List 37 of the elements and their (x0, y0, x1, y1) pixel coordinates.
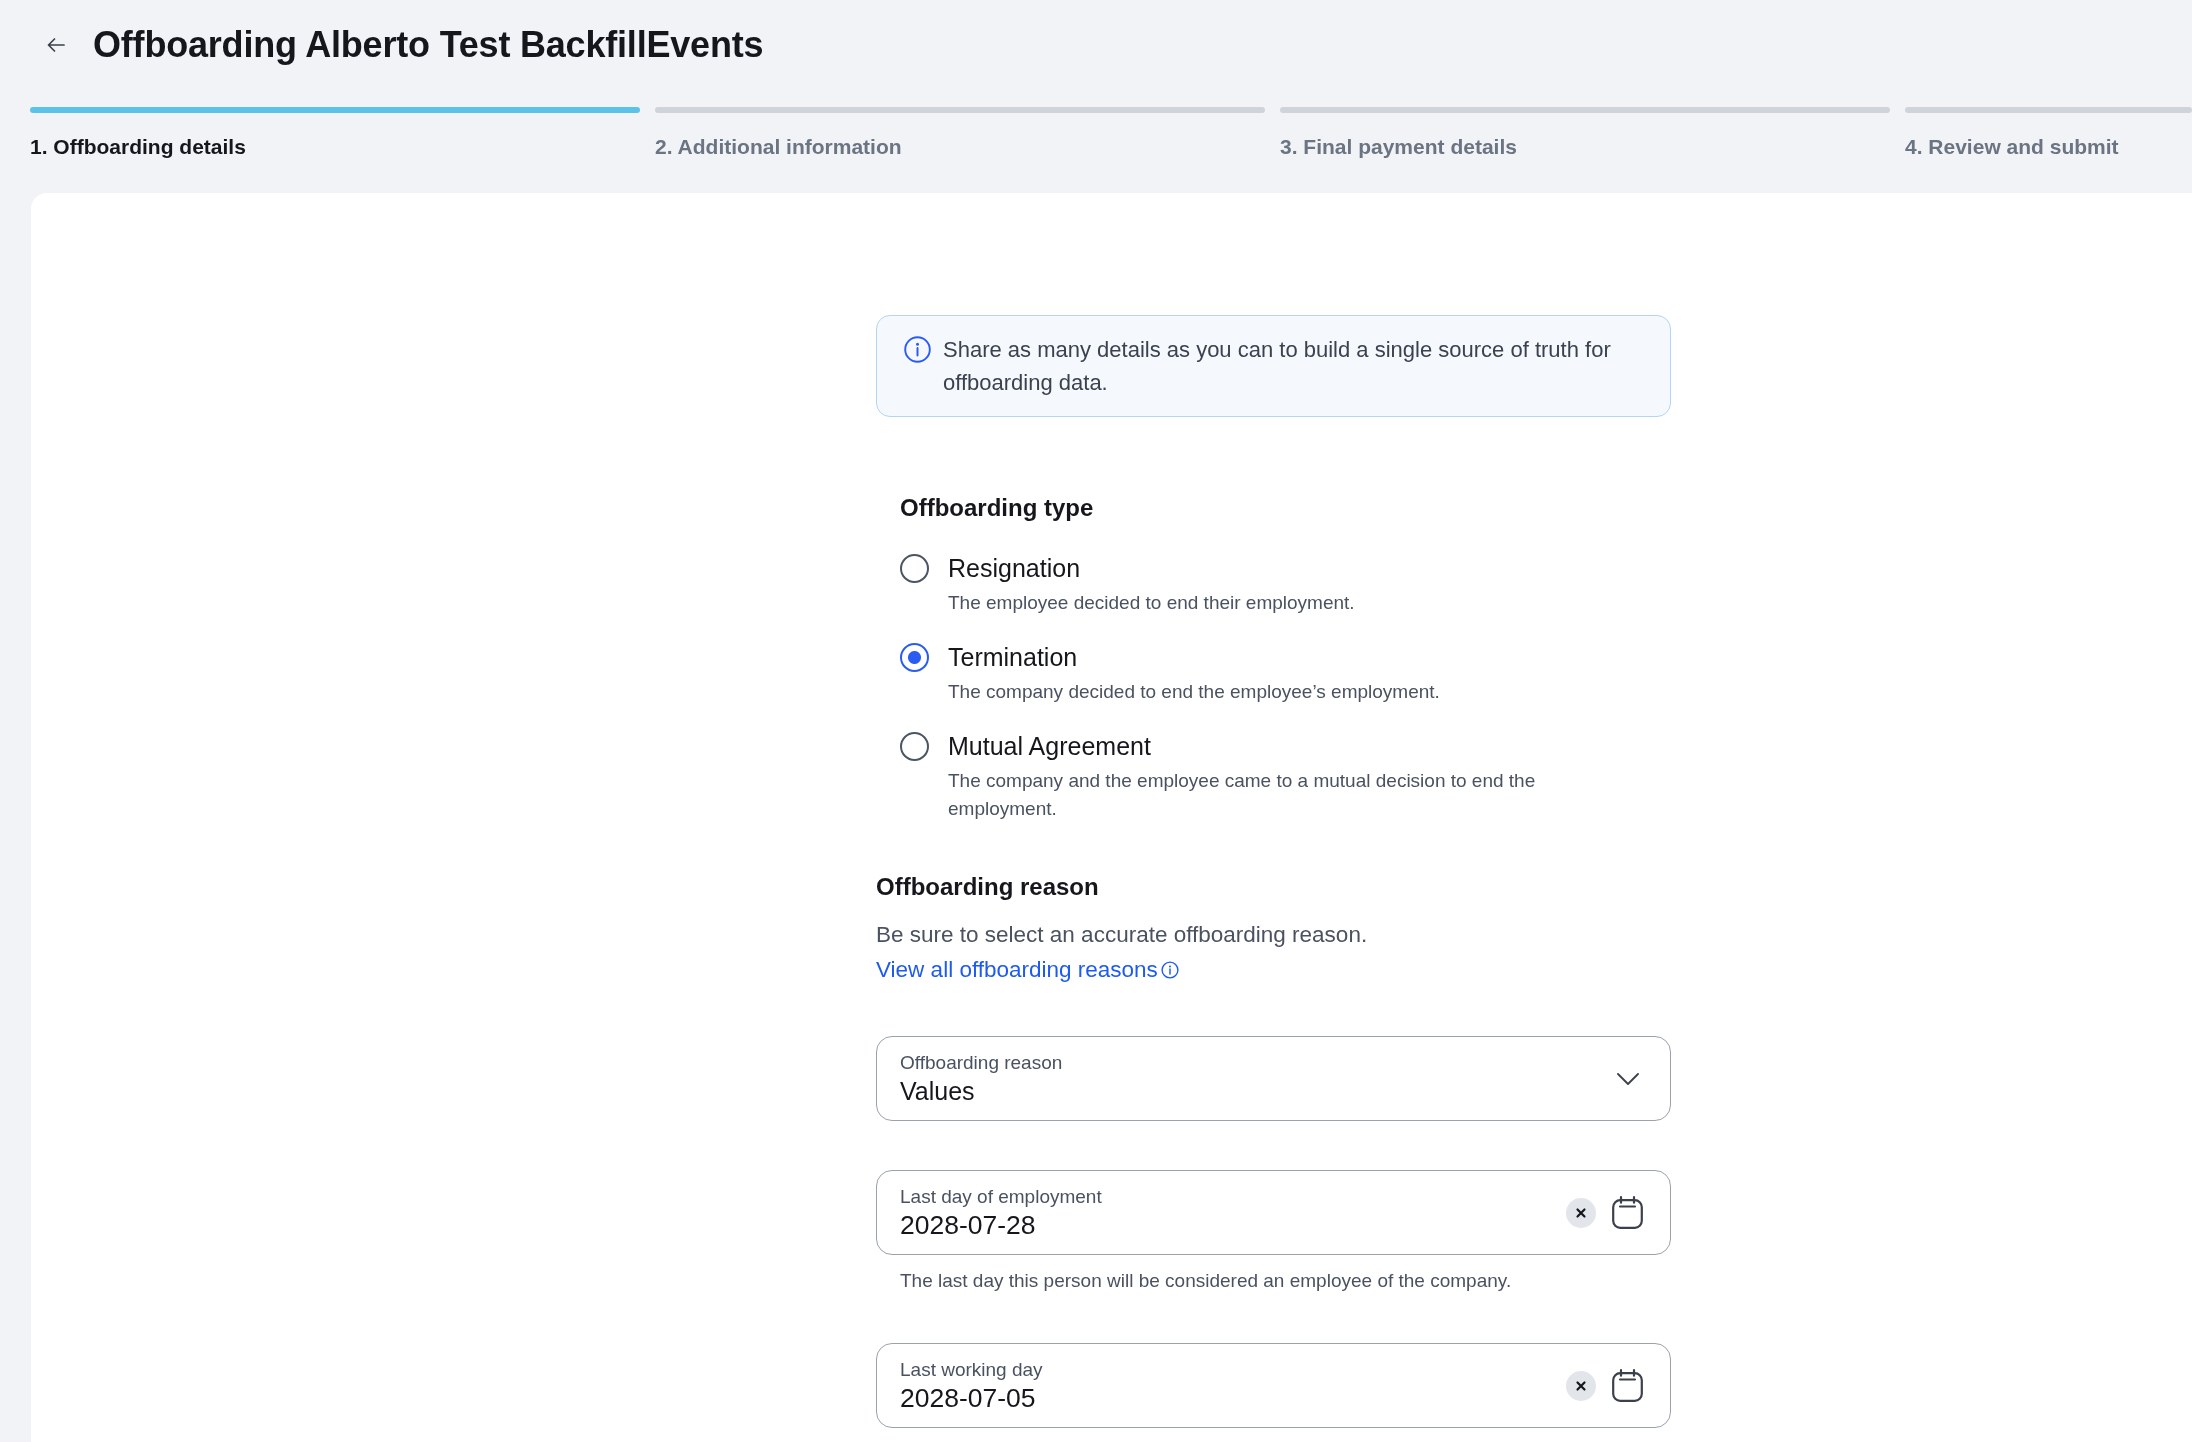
selected-value: Values (900, 1076, 975, 1106)
date-value: 2028-07-05 (900, 1383, 1036, 1413)
clear-icon[interactable] (1566, 1370, 1596, 1401)
option-description: The company and the employee came to a mutual decision to end the employment. (948, 769, 1537, 821)
section-heading: Offboarding reason (876, 872, 1100, 902)
chevron-down-icon (1617, 1072, 1639, 1085)
helper-text: The last day this person will be considered an employee of the company. (899, 1269, 1513, 1293)
radio-button[interactable] (900, 731, 929, 761)
option-label: Resignation (948, 553, 1082, 584)
step-tab[interactable]: 4. Review and submit (1905, 107, 2192, 160)
step-tab[interactable]: 1. Offboarding details (30, 107, 640, 160)
field-label: Offboarding reason (900, 1051, 1063, 1075)
date-value: 2028-07-28 (900, 1210, 1036, 1240)
reason-select[interactable]: Offboarding reason Values (876, 1036, 1671, 1121)
option-description: The employee decided to end their employment. (948, 591, 1356, 615)
page-title: Offboarding Alberto Test BackfillEvents (93, 23, 764, 67)
back-arrow-icon[interactable] (47, 38, 65, 52)
info-icon (1160, 961, 1179, 979)
date-field[interactable]: Last working day 2028-07-05 (876, 1343, 1671, 1428)
field-label: Last day of employment (900, 1185, 1102, 1209)
option-label: Termination (948, 642, 1079, 673)
field-label: Last working day (900, 1358, 1043, 1382)
section-description: Be sure to select an accurate offboarding reason. (876, 921, 1369, 949)
option-description: The company decided to end the employee’s employment. (948, 680, 1441, 704)
calendar-icon[interactable] (1612, 1196, 1643, 1229)
step-tab[interactable]: 2. Additional information (655, 107, 1265, 160)
calendar-icon[interactable] (1612, 1369, 1643, 1402)
radio-button[interactable] (900, 553, 929, 583)
info-text: Share as many details as you can to build a single source of truth for offboarding data. (943, 336, 1612, 397)
section-heading: Offboarding type (900, 493, 1095, 523)
radio-button[interactable] (900, 642, 929, 672)
date-field[interactable]: Last day of employment 2028-07-28 (876, 1170, 1671, 1255)
option-label: Mutual Agreement (948, 731, 1152, 762)
clear-icon[interactable] (1566, 1197, 1596, 1228)
offboarding-reasons-link[interactable]: View all offboarding reasons (876, 955, 1179, 985)
info-icon (904, 336, 931, 363)
step-tab[interactable]: 3. Final payment details (1280, 107, 1890, 160)
